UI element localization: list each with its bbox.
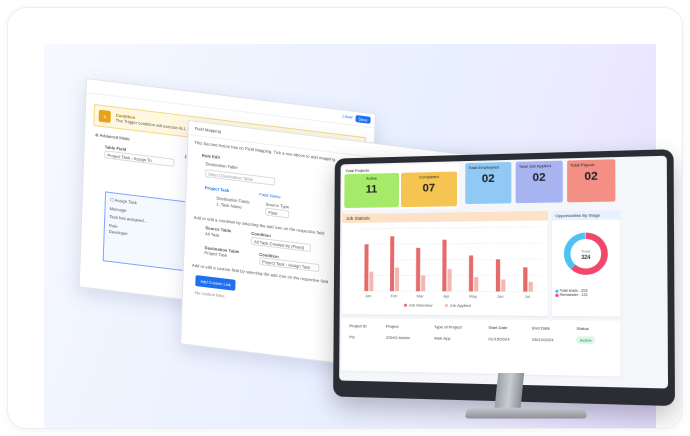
table-row[interactable]: PI1 ZOHO Admin Web App 01/15/2024 05/13/… — [347, 331, 613, 346]
bar-applied-feb[interactable] — [395, 268, 399, 292]
bar-applied-mar[interactable] — [421, 275, 425, 291]
x-tick-label: Jul — [525, 294, 531, 299]
bar-interview-jul[interactable] — [523, 267, 527, 291]
kpi-employees: Total Employees 02 — [465, 162, 511, 204]
status-badge: Active — [576, 336, 595, 344]
th-start-date: Start Date — [486, 322, 530, 334]
kpi-payout: Total Payout 02 — [567, 159, 615, 202]
donut-center-value: 324 — [581, 255, 590, 261]
bar-interview-jun[interactable] — [496, 259, 500, 291]
opportunities-donut: Total 324 — [552, 220, 620, 284]
condition-icon: ⇅ — [99, 110, 111, 123]
bar-interview-may[interactable] — [469, 255, 473, 291]
local-link[interactable]: Local — [342, 113, 352, 121]
advanced-mode-label: Advanced Mode — [99, 133, 129, 142]
add-custom-link-button[interactable]: Add Custom Link — [195, 275, 236, 291]
kpi-job-applied: Total Job Applied 02 — [516, 161, 563, 204]
cell-end-date: 05/13/2024 — [530, 334, 574, 346]
bar-interview-jan[interactable] — [364, 244, 368, 291]
bar-applied-may[interactable] — [474, 277, 478, 291]
kpi-active-sub: Active — [347, 175, 396, 181]
bar-applied-jul[interactable] — [529, 282, 533, 292]
th-project-id: Project ID — [347, 320, 384, 332]
donut-legend-remainder: Remainder : 121 — [555, 293, 617, 297]
dashboard-screen: Total Projects Active 11 Completed 07 To… — [339, 156, 668, 389]
th-end-date: End Date — [530, 322, 574, 334]
th-type: Type of Project — [432, 321, 486, 333]
cell-type: Web App — [432, 332, 486, 344]
legend-label: Job Interview — [409, 302, 433, 307]
kpi-job-applied-value: 02 — [519, 171, 560, 184]
donut-center-label: Total — [581, 248, 590, 253]
kpi-payout-value: 02 — [570, 170, 612, 184]
legend-label: Job Applied — [449, 303, 470, 308]
x-tick-label: Jan — [365, 293, 371, 298]
kpi-completed: Completed 07 — [401, 172, 457, 208]
legend-swatch — [404, 304, 407, 307]
monitor: Total Projects Active 11 Completed 07 To… — [333, 149, 675, 406]
kpi-employees-label: Total Employees — [468, 164, 508, 170]
cell-start-date: 01/15/2024 — [486, 333, 530, 345]
projects-table-panel: Project ID Project Type of Project Start… — [341, 318, 620, 376]
donut-legend: Total leads : 203 Remainder : 121 — [552, 289, 620, 298]
gridline — [356, 259, 542, 260]
th-status: Status — [574, 322, 613, 334]
kpi-completed-sub: Completed — [404, 174, 454, 180]
legend-swatch — [445, 304, 448, 307]
x-tick-label: Jun — [497, 294, 504, 299]
tab-field-name[interactable]: Field Name — [259, 192, 281, 200]
projects-table: Project ID Project Type of Project Start… — [347, 320, 613, 346]
save-button[interactable]: Save — [355, 115, 370, 124]
cell-project: ZOHO Admin — [384, 332, 432, 344]
opportunities-panel: Opportunities By Stage Total 324 Total l… — [552, 210, 620, 317]
gridline — [356, 227, 541, 229]
x-tick-label: Apr — [443, 293, 450, 298]
bar-interview-feb[interactable] — [390, 236, 394, 291]
kpi-completed-value: 07 — [404, 182, 454, 195]
bar-applied-jan[interactable] — [369, 272, 373, 292]
showcase-frame: Local Save ⇅ Condition The Trigger condi… — [8, 8, 682, 428]
bar-interview-mar[interactable] — [416, 248, 420, 291]
th-project: Project — [384, 321, 432, 333]
kpi-payout-label: Total Payout — [570, 161, 612, 167]
x-tick-label: Mar — [417, 293, 425, 298]
kpi-employees-value: 02 — [468, 172, 508, 185]
x-tick-label: Feb — [391, 293, 399, 298]
bar-applied-jun[interactable] — [501, 279, 505, 291]
kpi-job-applied-label: Total Job Applied — [519, 163, 560, 169]
monitor-stand-base — [465, 408, 588, 419]
kpi-active-value: 11 — [347, 183, 396, 196]
x-tick-label: May — [469, 293, 477, 298]
job-statistic-panel: Job Statistic Jan Feb Mar Apr May Jun Jul Job I… — [342, 211, 548, 316]
cell-status: Active — [574, 334, 613, 346]
tab-project-task[interactable]: Project Task — [205, 185, 230, 193]
bar-applied-apr[interactable] — [447, 269, 451, 291]
kpi-active: Active 11 — [344, 173, 399, 208]
cell-project-id: PI1 — [347, 331, 384, 343]
job-statistic-chart: Jan Feb Mar Apr May Jun Jul Job Interview Job Ap… — [342, 220, 548, 312]
gridline — [356, 243, 541, 244]
bar-interview-apr[interactable] — [442, 240, 446, 292]
